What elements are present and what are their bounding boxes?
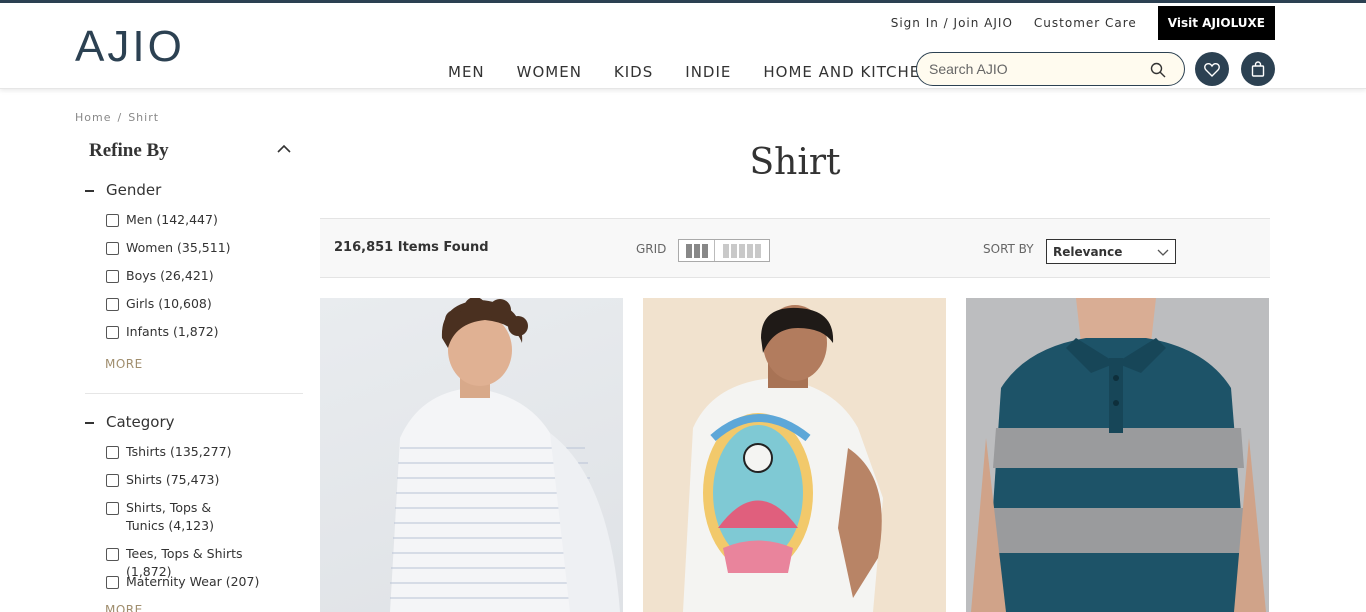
top-links: Sign In / Join AJIO Customer Care Visit …: [891, 6, 1275, 40]
product-image: [683, 305, 883, 612]
grid-toggle: [678, 239, 770, 262]
checkbox[interactable]: [106, 214, 119, 227]
site-header: AJIO Sign In / Join AJIO Customer Care V…: [0, 3, 1366, 89]
heart-icon: [1204, 62, 1220, 77]
checkbox[interactable]: [106, 576, 119, 589]
facet-gender-title[interactable]: Gender: [85, 181, 161, 199]
refine-by-title: Refine By: [89, 140, 169, 161]
category-more-link[interactable]: MORE: [105, 603, 143, 612]
wishlist-button[interactable]: [1195, 52, 1229, 86]
nav-women[interactable]: WOMEN: [517, 63, 582, 81]
checkbox[interactable]: [106, 474, 119, 487]
search-box: [916, 52, 1185, 86]
customer-care-link[interactable]: Customer Care: [1034, 16, 1137, 30]
checkbox[interactable]: [106, 242, 119, 255]
sign-in-link[interactable]: Sign In / Join AJIO: [891, 16, 1013, 30]
grid-3-column-icon[interactable]: [679, 240, 715, 261]
facet-divider: [85, 393, 303, 394]
sort-select[interactable]: Relevance: [1046, 239, 1176, 264]
chevron-up-icon[interactable]: [277, 144, 291, 154]
breadcrumb: Home / Shirt: [75, 111, 160, 124]
checkbox[interactable]: [106, 548, 119, 561]
breadcrumb-home[interactable]: Home: [75, 111, 111, 124]
results-toolbar: 216,851 Items Found GRID SORT BY Relevan…: [320, 218, 1270, 278]
main-nav: MEN WOMEN KIDS INDIE HOME AND KITCHEN: [448, 63, 964, 81]
filter-option[interactable]: Men (142,447): [106, 211, 286, 229]
nav-kids[interactable]: KIDS: [614, 63, 653, 81]
filter-option[interactable]: Shirts (75,473): [106, 471, 286, 489]
facet-category-title[interactable]: Category: [85, 413, 175, 431]
items-found-count: 216,851 Items Found: [334, 240, 489, 255]
filter-option[interactable]: Girls (10,608): [106, 295, 286, 313]
product-card[interactable]: [643, 298, 946, 612]
product-card[interactable]: [966, 298, 1269, 612]
product-image: [390, 298, 620, 612]
product-card[interactable]: [320, 298, 623, 612]
collapse-icon: [85, 421, 94, 424]
filter-option[interactable]: Maternity Wear (207): [106, 573, 286, 591]
filter-option[interactable]: Boys (26,421): [106, 267, 286, 285]
grid-5-column-icon[interactable]: [715, 240, 769, 261]
checkbox[interactable]: [106, 326, 119, 339]
sort-selected-value: Relevance: [1053, 245, 1123, 259]
grid-label: GRID: [636, 242, 667, 256]
filter-option[interactable]: Infants (1,872): [106, 323, 286, 341]
filter-option[interactable]: Tshirts (135,277): [106, 443, 286, 461]
filter-option[interactable]: Women (35,511): [106, 239, 286, 257]
checkbox[interactable]: [106, 446, 119, 459]
bag-icon: [1251, 61, 1265, 77]
nav-men[interactable]: MEN: [448, 63, 485, 81]
nav-indie[interactable]: INDIE: [685, 63, 731, 81]
gender-more-link[interactable]: MORE: [105, 357, 143, 371]
checkbox[interactable]: [106, 270, 119, 283]
filter-option[interactable]: Shirts, Tops & Tunics (4,123): [106, 499, 251, 535]
visit-ajioluxe-button[interactable]: Visit AJIOLUXE: [1157, 6, 1275, 40]
search-icon[interactable]: [1150, 62, 1166, 78]
page-title: Shirt: [749, 142, 841, 183]
product-image: [971, 298, 1266, 612]
search-input[interactable]: [929, 61, 1139, 77]
breadcrumb-current: Shirt: [128, 111, 160, 124]
bag-button[interactable]: [1241, 52, 1275, 86]
checkbox[interactable]: [106, 502, 119, 515]
collapse-icon: [85, 189, 94, 192]
chevron-down-icon: [1157, 249, 1169, 256]
sort-by-label: SORT BY: [983, 242, 1034, 256]
ajio-logo[interactable]: AJIO: [75, 25, 185, 69]
nav-home-and-kitchen[interactable]: HOME AND KITCHEN: [763, 63, 932, 81]
checkbox[interactable]: [106, 298, 119, 311]
